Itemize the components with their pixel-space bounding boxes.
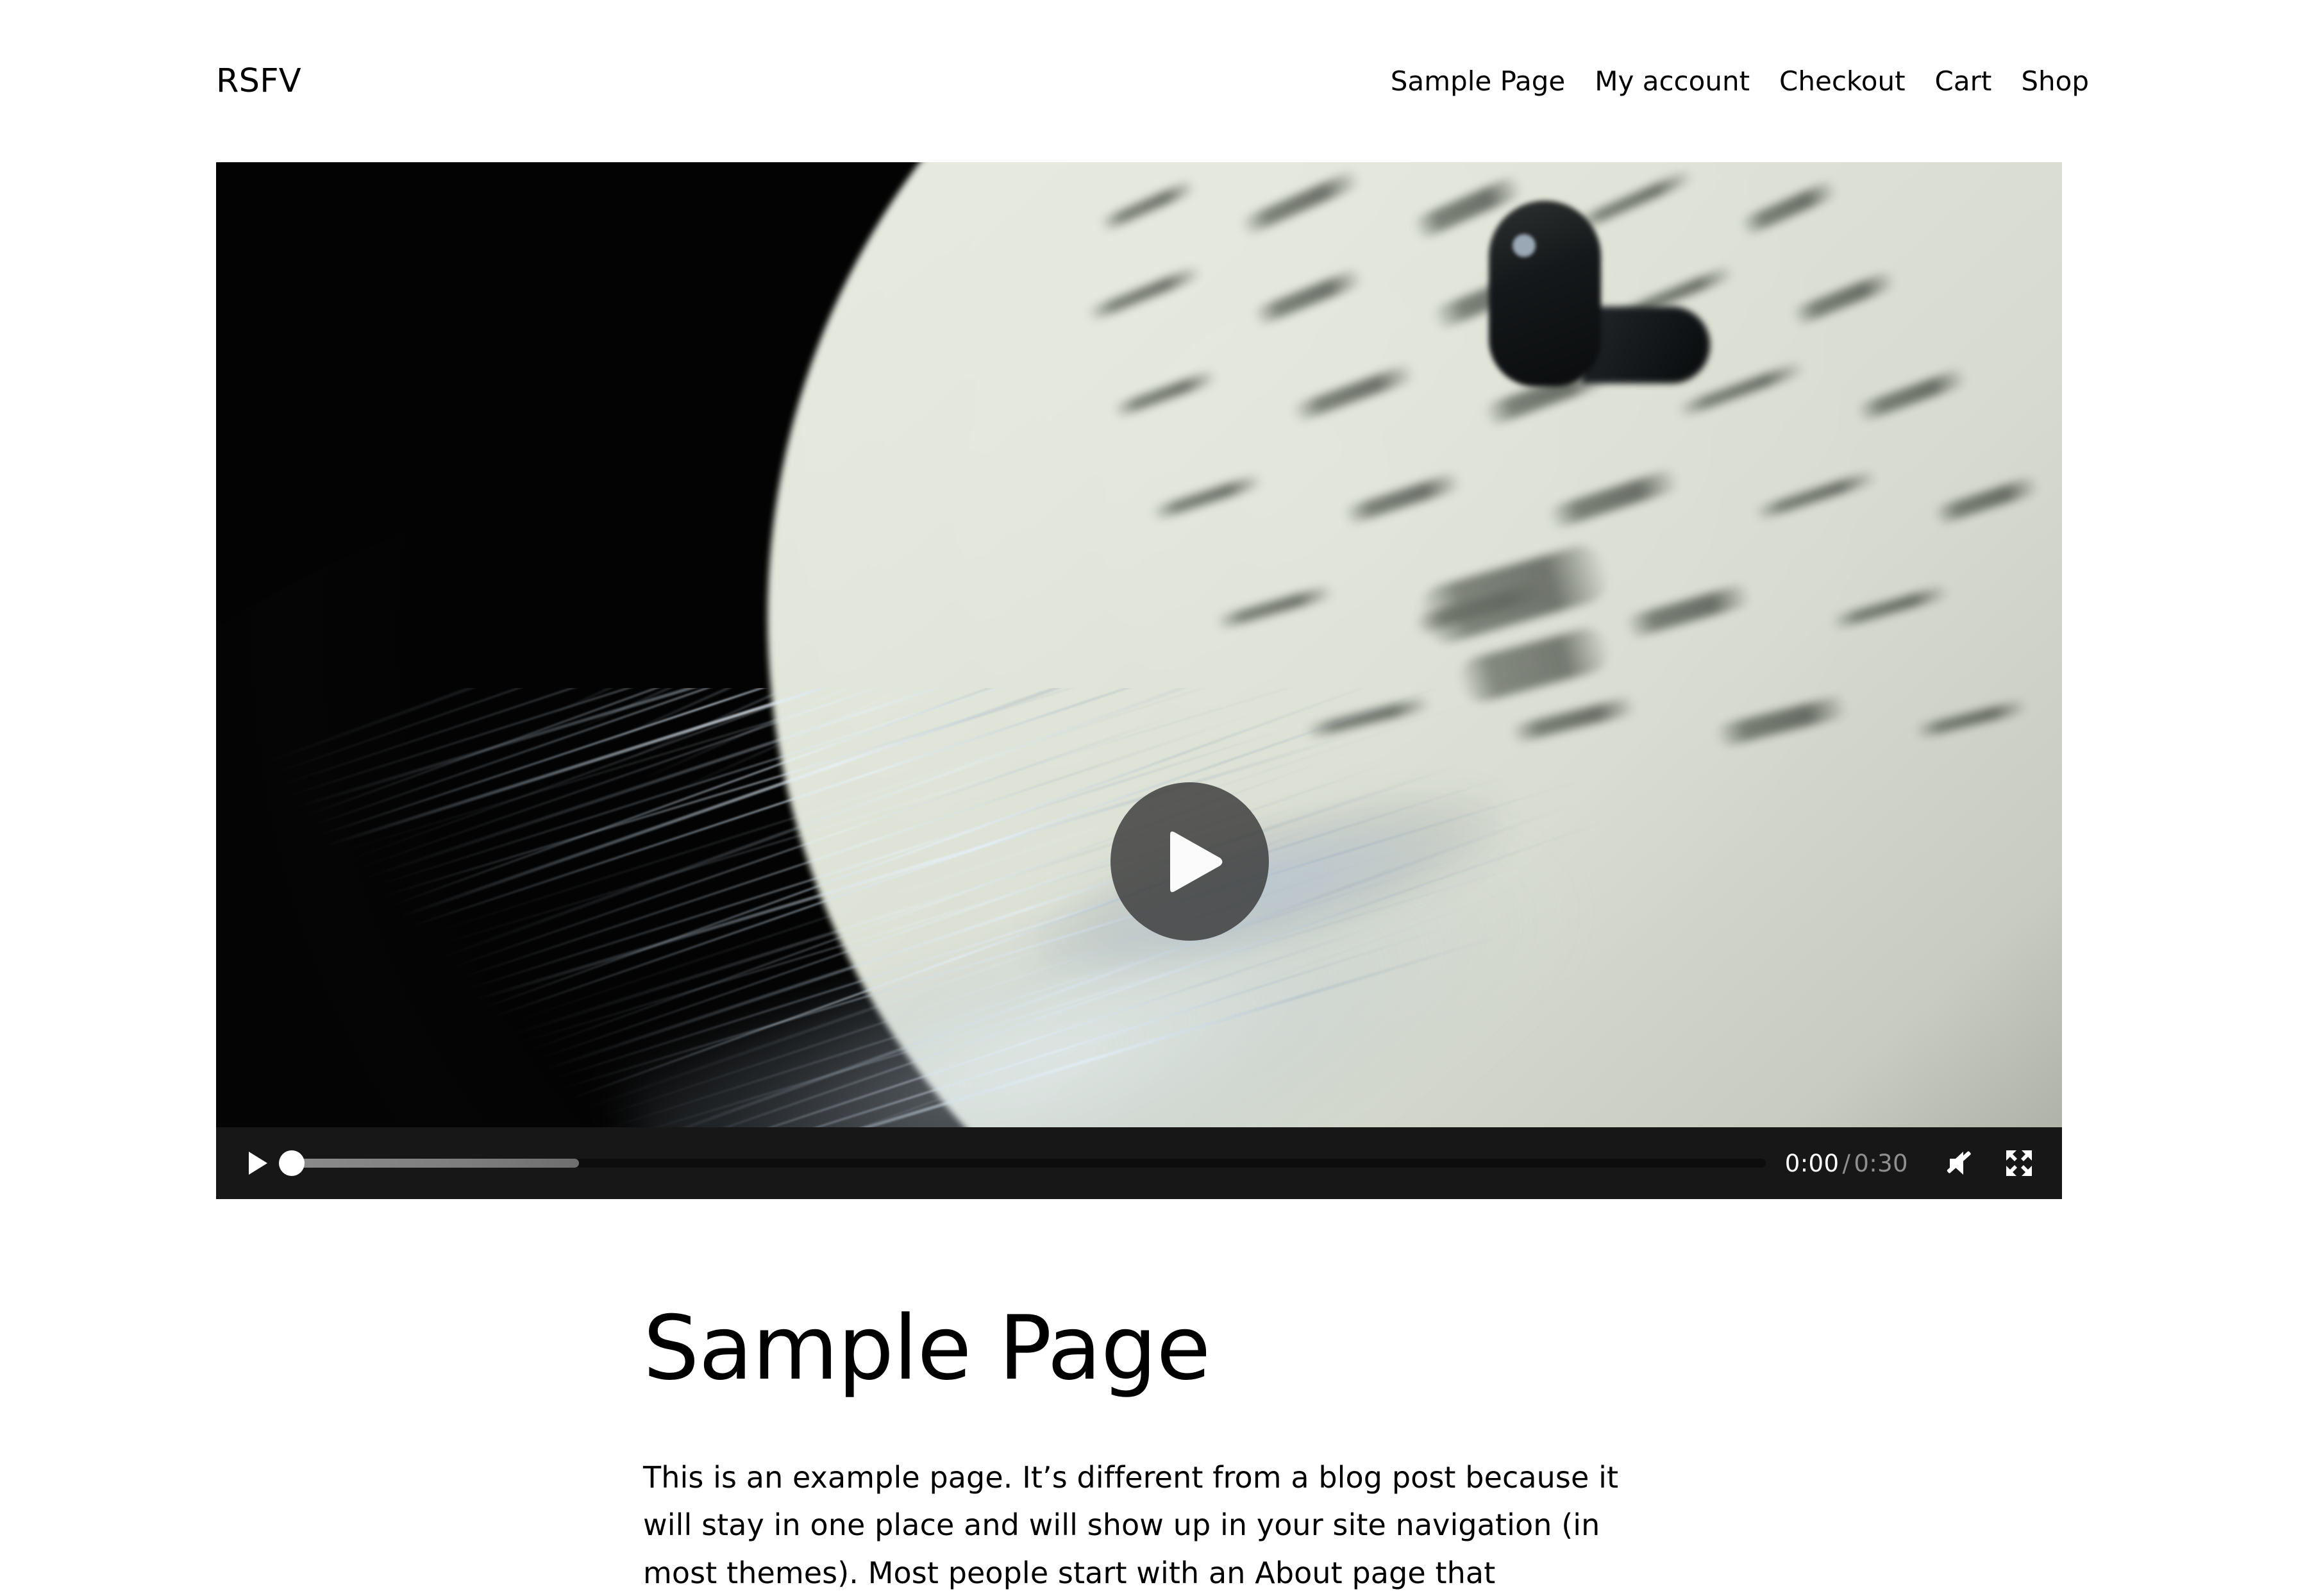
volume-muted-icon [1946,1148,1979,1178]
play-pause-button[interactable] [238,1143,278,1183]
video-player[interactable]: 0:00/0:30 [216,162,2062,1199]
progress-handle[interactable] [279,1150,305,1176]
play-icon [1155,828,1225,895]
turntable-arm [1582,307,1710,383]
video-progress-slider[interactable] [279,1143,1766,1183]
video-control-bar: 0:00/0:30 [216,1127,2062,1199]
progress-buffered [292,1159,580,1168]
nav-item-my-account[interactable]: My account [1580,67,1764,95]
video-play-overlay-button[interactable] [1111,782,1269,941]
current-time: 0:00 [1784,1149,1840,1177]
time-separator: / [1842,1149,1851,1177]
fullscreen-button[interactable] [1994,1143,2044,1183]
spindle-highlight [1513,234,1536,257]
duration: 0:30 [1854,1149,1908,1177]
nav-item-shop[interactable]: Shop [2006,67,2089,95]
mute-button[interactable] [1938,1143,1988,1183]
main-navigation: Sample Page My account Checkout Cart Sho… [1376,67,2089,95]
page-root: RSFV Sample Page My account Checkout Car… [0,0,2305,1596]
page-title: Sample Page [643,1297,1211,1400]
site-title[interactable]: RSFV [216,65,301,97]
time-display: 0:00/0:30 [1785,1150,1908,1177]
play-icon [247,1150,269,1176]
site-header: RSFV Sample Page My account Checkout Car… [0,0,2305,162]
nav-item-checkout[interactable]: Checkout [1764,67,1920,95]
fullscreen-expand-icon [2004,1148,2034,1179]
nav-item-cart[interactable]: Cart [1920,67,2007,95]
intro-paragraph: This is an example page. It’s different … [643,1459,1619,1590]
page-article: Sample Page This is an example page. It’… [643,1297,1643,1596]
turntable-spindle [1489,201,1601,387]
entry-content: This is an example page. It’s different … [643,1454,1643,1596]
video-poster-frame [216,162,2062,1199]
nav-item-sample-page[interactable]: Sample Page [1376,67,1580,95]
